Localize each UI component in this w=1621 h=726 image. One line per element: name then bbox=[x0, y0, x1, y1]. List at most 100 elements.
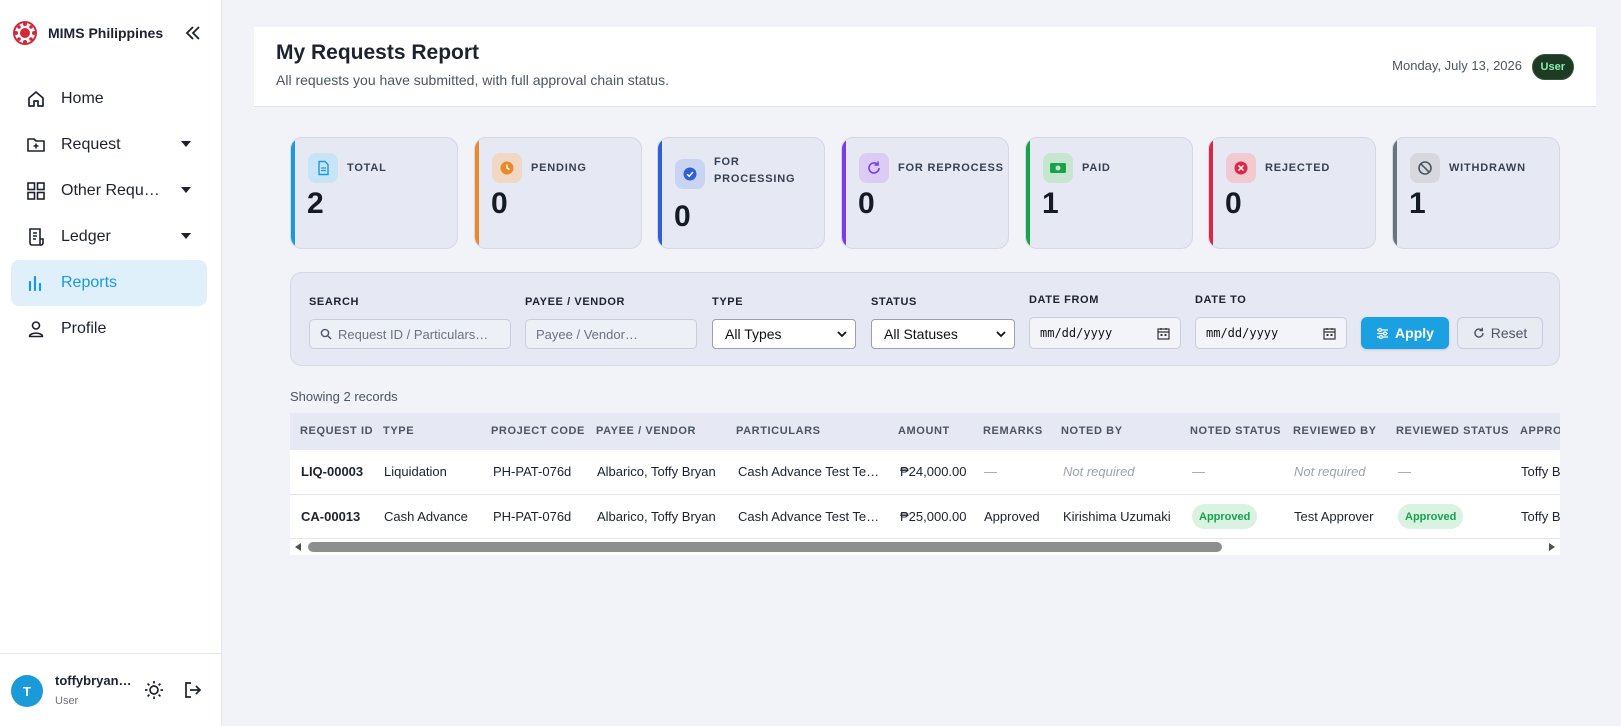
filter-panel: SEARCH Request ID / Particulars… PAYEE /… bbox=[290, 272, 1560, 366]
requests-table: REQUEST ID TYPE PROJECT CODE PAYEE / VEN… bbox=[290, 413, 1560, 555]
brand: MIMS Philippines bbox=[12, 18, 212, 48]
type-select-value: All Types bbox=[725, 326, 782, 342]
column-header[interactable]: APPRO bbox=[1520, 425, 1560, 437]
reset-button[interactable]: Reset bbox=[1457, 317, 1543, 349]
caret-down-icon bbox=[181, 187, 191, 193]
sidebar-nav: Home Request Other Requests Ledger bbox=[11, 76, 207, 352]
stat-accent-bar bbox=[1393, 138, 1397, 248]
column-header[interactable]: TYPE bbox=[383, 425, 414, 437]
type-select[interactable]: All Types bbox=[712, 319, 856, 349]
sidebar-item-profile[interactable]: Profile bbox=[11, 306, 207, 352]
stat-label: REJECTED bbox=[1265, 162, 1331, 174]
cell-noted-status: — bbox=[1192, 464, 1205, 479]
logout-button[interactable] bbox=[182, 679, 204, 701]
sidebar-item-label: Reports bbox=[61, 274, 118, 291]
date-from-label: DATE FROM bbox=[1029, 294, 1099, 306]
horizontal-scrollbar[interactable] bbox=[290, 539, 1560, 555]
cell-request-id[interactable]: LIQ-00003 bbox=[301, 464, 363, 479]
payee-label: PAYEE / VENDOR bbox=[525, 296, 626, 308]
column-header[interactable]: PAYEE / VENDOR bbox=[596, 425, 696, 437]
brand-name: MIMS Philippines bbox=[48, 25, 164, 41]
status-select[interactable]: All Statuses bbox=[871, 319, 1015, 349]
sidebar-item-label: Request bbox=[61, 136, 121, 153]
column-header[interactable]: NOTED BY bbox=[1061, 425, 1123, 437]
chevron-down-icon bbox=[837, 331, 847, 338]
status-badge: Approved bbox=[1192, 504, 1258, 529]
theme-toggle-button[interactable] bbox=[143, 679, 165, 701]
sidebar-item-request[interactable]: Request bbox=[11, 122, 207, 168]
apply-button[interactable]: Apply bbox=[1361, 317, 1449, 349]
chevron-down-icon bbox=[996, 331, 1006, 338]
sidebar-item-reports[interactable]: Reports bbox=[11, 260, 207, 306]
cell-type: Cash Advance bbox=[384, 509, 468, 524]
scroll-right-arrow-icon[interactable] bbox=[1549, 543, 1555, 551]
sidebar-item-home[interactable]: Home bbox=[11, 76, 207, 122]
column-header[interactable]: PROJECT CODE bbox=[491, 425, 585, 437]
stat-accent-bar bbox=[1026, 138, 1030, 248]
sidebar-item-other-requests[interactable]: Other Requests bbox=[11, 168, 207, 214]
calendar-icon[interactable] bbox=[1157, 327, 1170, 340]
ban-icon bbox=[1410, 153, 1440, 183]
table-row[interactable]: CA-00013 Cash Advance PH-PAT-076d Albari… bbox=[290, 495, 1560, 539]
reset-icon bbox=[1474, 327, 1484, 338]
double-chevron-left-icon bbox=[185, 26, 200, 40]
stat-accent-bar bbox=[1209, 138, 1213, 248]
payee-placeholder: Payee / Vendor… bbox=[536, 326, 638, 342]
logout-icon bbox=[185, 682, 202, 698]
avatar[interactable]: T bbox=[11, 675, 43, 707]
column-header[interactable]: REQUEST ID bbox=[300, 425, 373, 437]
date-to-value: mm/dd/yyyy bbox=[1206, 326, 1279, 340]
date-from-input[interactable]: mm/dd/yyyy bbox=[1029, 317, 1181, 349]
collapse-sidebar-button[interactable] bbox=[180, 20, 206, 46]
sidebar-item-label: Home bbox=[61, 90, 104, 107]
column-header[interactable]: NOTED STATUS bbox=[1190, 425, 1281, 437]
page-title: My Requests Report bbox=[276, 41, 480, 64]
column-header[interactable]: REVIEWED STATUS bbox=[1396, 425, 1509, 437]
document-icon bbox=[308, 153, 338, 183]
logo-icon bbox=[13, 21, 37, 45]
sidebar-item-ledger[interactable]: Ledger bbox=[11, 214, 207, 260]
column-header[interactable]: REMARKS bbox=[983, 425, 1043, 437]
clock-icon bbox=[492, 153, 522, 183]
column-header[interactable]: REVIEWED BY bbox=[1293, 425, 1377, 437]
page-header: My Requests Report All requests you have… bbox=[254, 27, 1596, 107]
cash-icon bbox=[1043, 153, 1073, 183]
status-label: STATUS bbox=[871, 296, 917, 308]
stat-label: TOTAL bbox=[347, 162, 387, 174]
sidebar: MIMS Philippines Home Request Other Requ… bbox=[0, 0, 222, 726]
cell-reviewed-by: Not required bbox=[1294, 464, 1366, 479]
refresh-icon bbox=[859, 153, 889, 183]
cell-approved-by: Toffy B bbox=[1521, 464, 1560, 479]
column-header[interactable]: AMOUNT bbox=[898, 425, 950, 437]
scrollbar-thumb[interactable] bbox=[308, 542, 1222, 552]
stat-label: FOR PROCESSING bbox=[714, 156, 796, 185]
search-input[interactable]: Request ID / Particulars… bbox=[309, 319, 511, 349]
column-header[interactable]: PARTICULARS bbox=[736, 425, 821, 437]
stat-label: PENDING bbox=[531, 162, 587, 174]
x-circle-icon bbox=[1226, 153, 1256, 183]
stat-card-withdrawn: WITHDRAWN 1 bbox=[1392, 137, 1560, 249]
scroll-left-arrow-icon[interactable] bbox=[295, 543, 301, 551]
user-icon bbox=[25, 318, 47, 340]
record-count: Showing 2 records bbox=[290, 389, 398, 404]
search-placeholder: Request ID / Particulars… bbox=[338, 326, 489, 342]
stat-accent-bar bbox=[842, 138, 846, 248]
search-icon bbox=[320, 328, 332, 340]
table-row[interactable]: LIQ-00003 Liquidation PH-PAT-076d Albari… bbox=[290, 450, 1560, 495]
stat-card-for-processing: FOR PROCESSING 0 bbox=[657, 137, 825, 249]
stat-value: 2 bbox=[307, 187, 324, 220]
calendar-icon[interactable] bbox=[1323, 327, 1336, 340]
caret-down-icon bbox=[181, 233, 191, 239]
cell-remarks: Approved bbox=[984, 509, 1040, 524]
payee-input[interactable]: Payee / Vendor… bbox=[525, 319, 697, 349]
cell-request-id[interactable]: CA-00013 bbox=[301, 509, 360, 524]
reset-label: Reset bbox=[1490, 325, 1528, 341]
cell-reviewed-status: — bbox=[1398, 464, 1411, 479]
cell-project-code: PH-PAT-076d bbox=[493, 509, 572, 524]
cell-payee: Albarico, Toffy Bryan bbox=[597, 509, 716, 524]
stat-value: 1 bbox=[1409, 187, 1426, 220]
date-to-input[interactable]: mm/dd/yyyy bbox=[1195, 317, 1347, 349]
cell-type: Liquidation bbox=[384, 464, 447, 479]
stat-label: PAID bbox=[1082, 162, 1111, 174]
date-from-value: mm/dd/yyyy bbox=[1040, 326, 1113, 340]
